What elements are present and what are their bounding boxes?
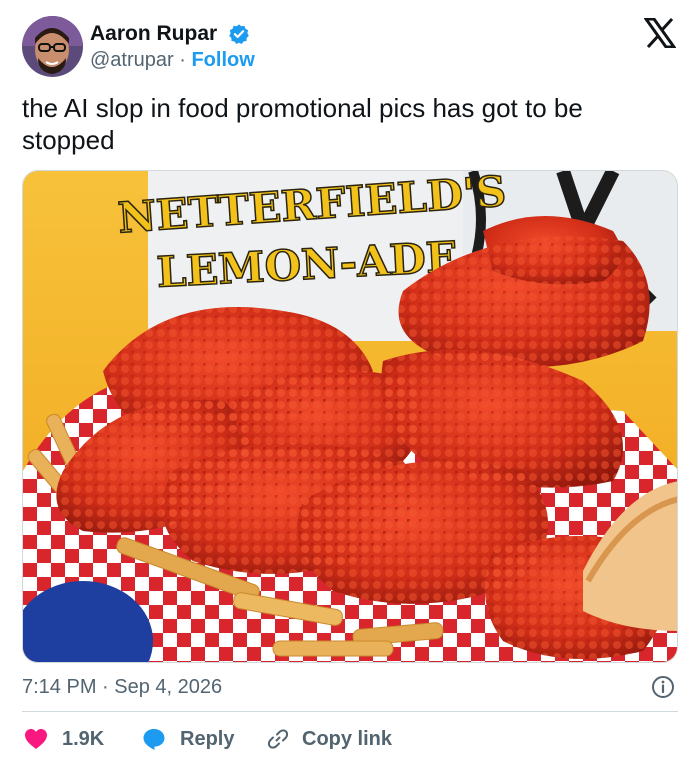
link-icon — [267, 729, 289, 749]
reply-button[interactable]: Reply — [142, 724, 234, 754]
like-button[interactable]: 1.9K — [24, 724, 104, 754]
copy-link-button[interactable]: Copy link — [266, 724, 392, 754]
tweet-text: the AI slop in food promotional pics has… — [22, 93, 583, 155]
tweet-timestamp[interactable]: 7:14 PM · Sep 4, 2026 — [22, 674, 222, 700]
author-handle[interactable]: @atrupar — [90, 49, 174, 71]
copy-link-label: Copy link — [302, 727, 393, 750]
heart-icon — [25, 729, 47, 749]
handle-line: @atrupar · Follow — [90, 47, 255, 73]
handle-separator: · — [179, 49, 186, 71]
divider — [22, 711, 678, 712]
follow-button[interactable]: Follow — [191, 49, 254, 71]
verified-badge-icon — [228, 23, 250, 45]
info-icon[interactable] — [651, 675, 675, 699]
reply-label: Reply — [180, 727, 235, 750]
tweet-media-image[interactable]: NETTERFIELD'S LEMON-ADE — [22, 170, 678, 663]
author-name[interactable]: Aaron Rupar — [90, 21, 217, 47]
avatar[interactable] — [22, 16, 83, 77]
reply-bubble-icon — [143, 729, 165, 750]
like-count: 1.9K — [62, 727, 105, 750]
tweet-card: Aaron Rupar @atrupar · Follow the AI slo… — [0, 0, 700, 765]
x-logo-icon[interactable] — [643, 17, 677, 49]
